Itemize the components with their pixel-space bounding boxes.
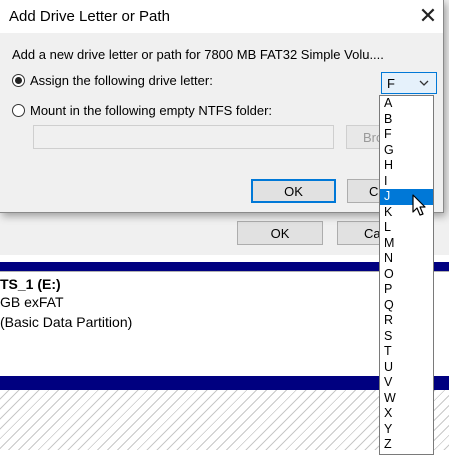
drive-letter-option[interactable]: Y [380, 422, 433, 438]
chevron-down-icon[interactable] [418, 74, 430, 95]
drive-letter-option[interactable]: Z [380, 437, 433, 453]
drive-letter-option[interactable]: I [380, 174, 433, 190]
mouse-pointer-icon [412, 194, 426, 216]
background-ok-button[interactable]: OK [237, 221, 323, 245]
assign-letter-radio[interactable] [12, 74, 25, 87]
add-drive-letter-dialog: Add Drive Letter or Path ✕ Add a new dri… [0, 0, 444, 213]
drive-letter-option[interactable]: H [380, 158, 433, 174]
drive-letter-option[interactable]: A [380, 96, 433, 112]
dialog-title: Add Drive Letter or Path [9, 8, 170, 25]
assign-letter-option[interactable]: Assign the following drive letter: [12, 73, 213, 88]
drive-letter-list[interactable]: ABFGHIJKLMNOPQRSTUVWXYZ [379, 95, 434, 455]
dialog-description: Add a new drive letter or path for 7800 … [12, 47, 384, 62]
drive-letter-option[interactable]: T [380, 344, 433, 360]
volume-size: GB exFAT [0, 294, 64, 310]
mount-folder-label: Mount in the following empty NTFS folder… [30, 103, 273, 118]
volume-name: TS_1 (E:) [0, 276, 61, 292]
mount-folder-option[interactable]: Mount in the following empty NTFS folder… [12, 103, 272, 118]
drive-letter-option[interactable]: L [380, 220, 433, 236]
ok-button[interactable]: OK [251, 179, 336, 203]
drive-letter-select[interactable]: F [381, 72, 437, 94]
drive-letter-option[interactable]: X [380, 406, 433, 422]
drive-letter-option[interactable]: N [380, 251, 433, 267]
drive-letter-option[interactable]: V [380, 375, 433, 391]
drive-letter-option[interactable]: M [380, 236, 433, 252]
drive-letter-option[interactable]: B [380, 112, 433, 128]
drive-letter-option[interactable]: U [380, 360, 433, 376]
drive-letter-option[interactable]: S [380, 329, 433, 345]
mount-folder-radio[interactable] [12, 104, 25, 117]
drive-letter-option[interactable]: O [380, 267, 433, 283]
drive-letter-option[interactable]: F [380, 127, 433, 143]
drive-letter-option[interactable]: Q [380, 298, 433, 314]
drive-letter-option[interactable]: R [380, 313, 433, 329]
volume-type: (Basic Data Partition) [0, 314, 133, 330]
selected-letter: F [387, 76, 395, 91]
drive-letter-option[interactable]: W [380, 391, 433, 407]
folder-path-input[interactable] [33, 125, 334, 149]
title-bar[interactable]: Add Drive Letter or Path ✕ [0, 0, 443, 33]
drive-letter-option[interactable]: P [380, 282, 433, 298]
assign-letter-label: Assign the following drive letter: [30, 73, 213, 88]
close-icon[interactable]: ✕ [414, 3, 442, 29]
drive-letter-option[interactable]: G [380, 143, 433, 159]
